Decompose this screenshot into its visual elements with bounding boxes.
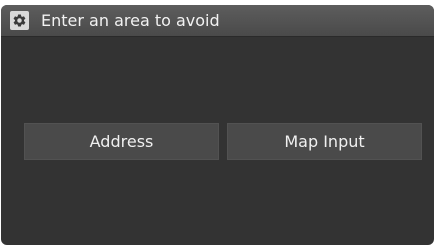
gear-icon <box>10 11 29 30</box>
map-input-button[interactable]: Map Input <box>227 123 422 160</box>
address-button[interactable]: Address <box>24 123 219 160</box>
screen: Enter an area to avoid Address Map Input <box>1 5 434 245</box>
title-bar: Enter an area to avoid <box>1 5 434 37</box>
page-title: Enter an area to avoid <box>41 11 220 30</box>
